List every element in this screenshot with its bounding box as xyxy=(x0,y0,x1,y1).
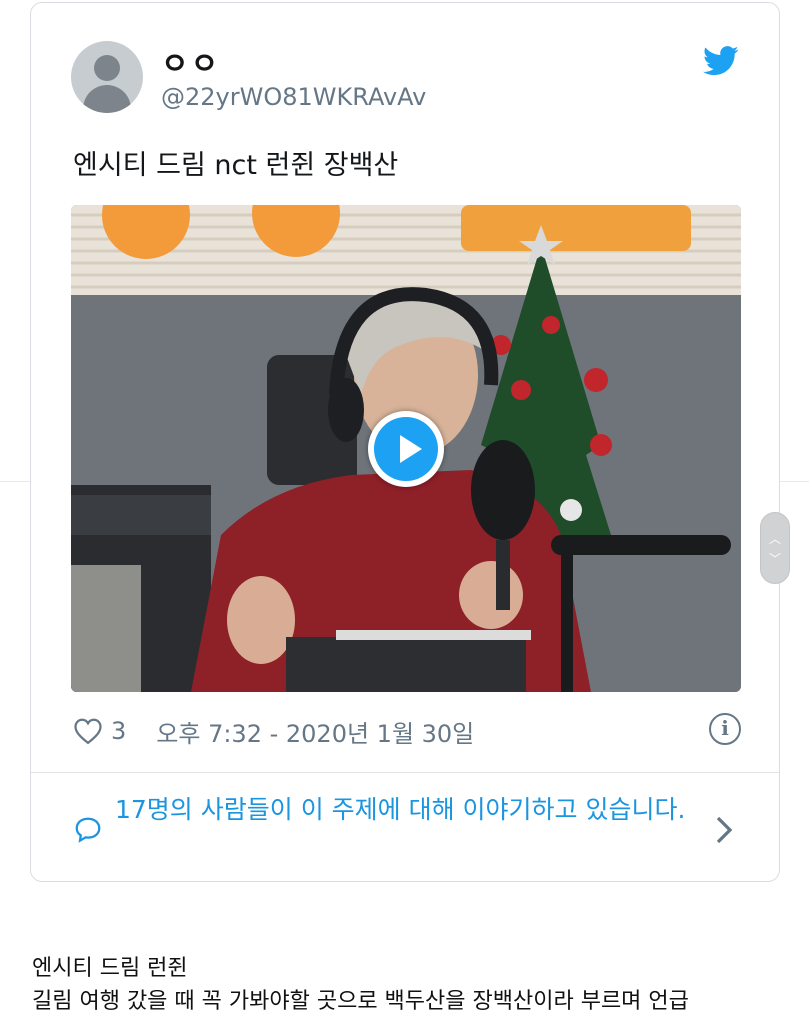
avatar-head-shape xyxy=(94,55,120,81)
avatar-body-shape xyxy=(83,85,131,113)
conversation-link[interactable]: 17명의 사람들이 이 주제에 대해 이야기하고 있습니다. xyxy=(31,773,779,881)
display-name[interactable]: ㅇㅇ xyxy=(161,39,220,83)
like-count: 3 xyxy=(111,717,127,745)
twitter-bird-icon[interactable] xyxy=(703,45,739,77)
play-button-circle xyxy=(374,417,438,481)
tweet-text: 엔시티 드림 nct 런쥔 장백산 xyxy=(73,150,399,181)
scroll-down-arrow-icon: ﹀ xyxy=(768,552,781,566)
user-handle[interactable]: @22yrWO81WKRAvAv xyxy=(161,83,426,111)
conversation-text[interactable]: 17명의 사람들이 이 주제에 대해 이야기하고 있습니다. xyxy=(115,791,705,829)
avatar[interactable] xyxy=(71,41,143,113)
scroll-up-arrow-icon: ︿ xyxy=(768,532,781,546)
info-icon[interactable]: i xyxy=(709,713,741,745)
play-button[interactable] xyxy=(368,411,444,487)
caption-line-2: 길림 여행 갔을 때 꼭 가봐야할 곳으로 백두산을 장백산이라 부르며 언급 xyxy=(32,989,689,1014)
caption: 엔시티 드림 런쥔 길림 여행 갔을 때 꼭 가봐야할 곳으로 백두산을 장백산… xyxy=(32,952,689,1018)
tweet-card[interactable]: ㅇㅇ @22yrWO81WKRAvAv 엔시티 드림 nct 런쥔 장백산 3 … xyxy=(30,2,780,882)
chat-bubble-icon xyxy=(75,817,101,843)
heart-icon[interactable] xyxy=(73,717,103,745)
tweet-timestamp[interactable]: 오후 7:32 - 2020년 1월 30일 xyxy=(156,714,474,749)
video-player[interactable] xyxy=(71,205,741,692)
play-icon xyxy=(400,435,422,463)
chevron-right-icon[interactable] xyxy=(715,815,733,845)
caption-line-1: 엔시티 드림 런쥔 xyxy=(32,956,188,981)
scroll-handle[interactable]: ︿ ﹀ xyxy=(760,512,790,584)
tweet-meta-row: 3 오후 7:32 - 2020년 1월 30일 i xyxy=(73,713,743,749)
